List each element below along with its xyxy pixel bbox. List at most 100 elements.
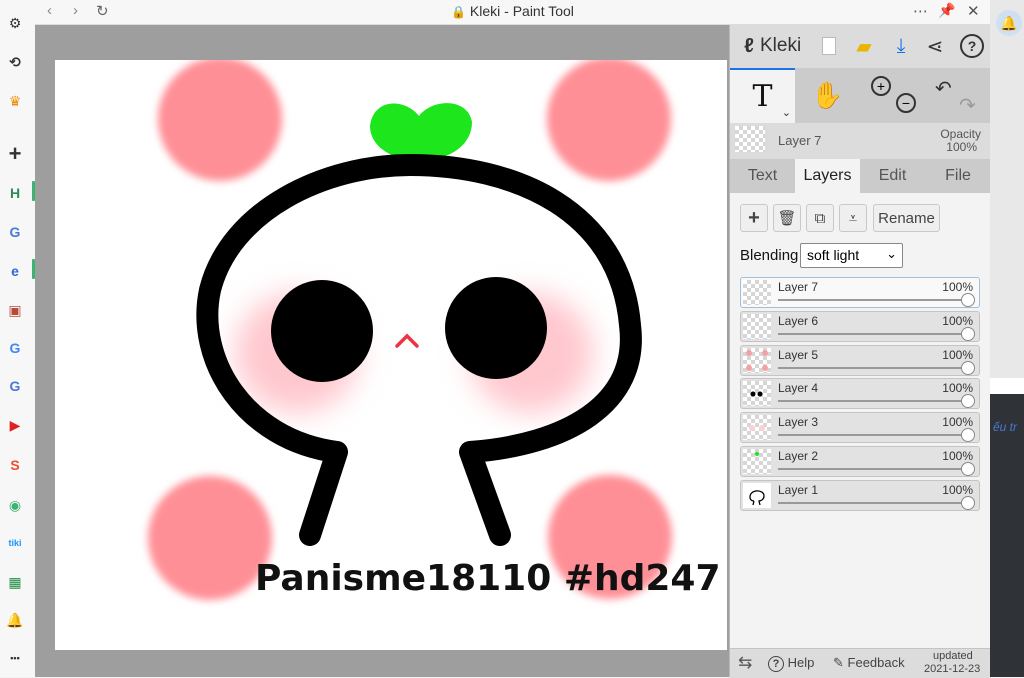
translate-icon-2[interactable]: G — [3, 374, 27, 398]
opacity-slider-handle[interactable] — [961, 428, 975, 443]
opacity-slider-track[interactable] — [778, 434, 967, 437]
help-icon[interactable]: ? — [959, 33, 985, 59]
layer-thumbnail — [743, 313, 771, 339]
zoom-in-icon[interactable]: + — [871, 76, 891, 96]
tab-layers[interactable]: Layers — [795, 159, 860, 193]
close-icon[interactable]: ✕ — [967, 2, 980, 20]
settings-icon[interactable]: ⚙ — [3, 11, 27, 35]
sheets-icon[interactable]: ▦ — [3, 570, 27, 594]
maps-icon[interactable]: ◉ — [3, 493, 27, 517]
redo-icon[interactable]: ↷ — [959, 93, 976, 118]
layer-opacity: 100% — [942, 381, 973, 396]
feedback-button[interactable]: ✎ Feedback — [833, 655, 905, 671]
opacity-slider-handle[interactable] — [961, 394, 975, 409]
duplicate-icon: ⧉ — [814, 209, 826, 227]
opacity-slider-track[interactable] — [778, 332, 967, 335]
canvas-area: Panisme18110 #hd247 — [35, 25, 729, 677]
mouth-mark — [395, 333, 419, 348]
bell-icon[interactable]: 🔔 — [3, 608, 27, 632]
layer-name: Layer 1 — [778, 482, 819, 497]
duplicate-layer-button[interactable]: ⧉ — [806, 204, 834, 232]
help-circle-icon: ? — [768, 656, 784, 672]
blending-select[interactable]: soft light ⌄ — [800, 243, 903, 268]
shield-app-icon[interactable]: ▣ — [3, 298, 27, 322]
opacity-slider-track[interactable] — [778, 366, 967, 369]
hand-icon: ✋ — [811, 80, 844, 110]
notification-icon[interactable]: 🔔 — [996, 10, 1022, 36]
pink-blob — [158, 60, 282, 181]
panel-footer: ⇆ ? Help ✎ Feedback updated 2021-12-23 — [730, 648, 991, 678]
layer-row[interactable]: Layer 4 100% — [740, 378, 980, 410]
hand-tool-button[interactable]: ✋ — [795, 68, 860, 123]
opacity-slider-handle[interactable] — [961, 495, 975, 510]
help-footer-button[interactable]: ? Help — [768, 655, 814, 672]
layer-row[interactable]: Layer 1 100% — [740, 479, 980, 511]
layer-thumbnail — [743, 381, 771, 407]
add-icon[interactable]: + — [3, 141, 27, 166]
chevron-down-icon: ⌄ — [886, 246, 897, 261]
tab-text[interactable]: Text — [730, 159, 795, 193]
rename-layer-button[interactable]: Rename — [873, 204, 940, 232]
youtube-icon[interactable]: ▶ — [3, 413, 27, 437]
text-tool-button[interactable]: T ⌄ — [730, 68, 795, 123]
history-icon[interactable]: ⟲ — [3, 50, 27, 74]
updated-label: updated — [933, 650, 973, 662]
open-folder-icon[interactable]: ▰ — [851, 33, 877, 59]
tab-edit[interactable]: Edit — [860, 159, 925, 193]
merge-layer-button[interactable]: ⩡ — [839, 204, 867, 232]
layer-row[interactable]: Layer 6 100% — [740, 310, 980, 342]
opacity-slider-handle[interactable] — [961, 293, 975, 307]
kleki-app-icon[interactable]: e — [3, 259, 27, 283]
layer-name: Layer 4 — [778, 381, 819, 396]
add-layer-button[interactable]: + — [740, 204, 768, 232]
feedback-icon: ✎ — [833, 655, 844, 670]
new-image-icon[interactable] — [816, 33, 842, 59]
opacity-slider-track[interactable] — [778, 400, 967, 403]
layer-row[interactable]: Layer 5 100% — [740, 344, 980, 376]
layer-row[interactable]: Layer 2 100% — [740, 446, 980, 477]
current-layer-thumbnail — [735, 126, 765, 152]
left-eye — [271, 280, 373, 382]
opacity-slider-track[interactable] — [778, 299, 967, 301]
layer-opacity: 100% — [942, 313, 973, 328]
chevron-down-icon[interactable]: ⌄ — [782, 106, 791, 119]
window-titlebar: ‹ › ↻ 🔒 Kleki - Paint Tool ⋯ 📌 ✕ — [35, 0, 990, 25]
opacity-slider-handle[interactable] — [961, 326, 975, 341]
opacity-slider-handle[interactable] — [961, 462, 975, 476]
app-name: Kleki — [760, 35, 802, 56]
drawing-canvas[interactable]: Panisme18110 #hd247 — [55, 60, 727, 650]
tiki-icon[interactable]: tiki — [3, 531, 27, 555]
download-icon[interactable]: ⤓ — [888, 33, 914, 59]
artwork-svg: Panisme18110 #hd247 — [148, 60, 721, 600]
delete-layer-button[interactable]: 🗑 — [773, 204, 801, 232]
share-icon[interactable]: ⋖ — [922, 33, 948, 59]
h-app-icon[interactable]: H — [3, 181, 27, 205]
more-options-icon[interactable]: ⋯ — [913, 2, 928, 20]
undo-redo-controls: ↶ ↷ — [925, 68, 991, 123]
layer-opacity: 100% — [942, 449, 973, 463]
layer-row[interactable]: Layer 3 100% — [740, 412, 980, 444]
translate-icon[interactable]: G — [3, 220, 27, 244]
right-eye — [445, 277, 547, 379]
layer-row[interactable]: Layer 7 100% — [740, 277, 980, 308]
tab-file[interactable]: File — [925, 159, 991, 193]
undo-icon[interactable]: ↶ — [935, 76, 952, 101]
layer-opacity: 100% — [942, 482, 973, 497]
google-icon[interactable]: G — [3, 336, 27, 360]
layer-thumbnail — [743, 280, 771, 305]
more-icon[interactable]: ••• — [3, 646, 27, 670]
opacity-slider-track[interactable] — [778, 468, 967, 470]
pin-icon[interactable]: 📌 — [938, 2, 955, 19]
text-tool-icon: T — [752, 79, 773, 114]
zoom-out-icon[interactable]: − — [896, 93, 916, 113]
panel-topbar: ℓ Kleki ▰ ⤓ ⋖ ? — [730, 25, 991, 68]
layer-thumbnail — [743, 482, 771, 508]
crown-icon[interactable]: ♛ — [3, 89, 27, 113]
lock-icon: 🔒 — [451, 5, 467, 19]
swap-side-icon[interactable]: ⇆ — [738, 653, 752, 673]
layers-panel: + 🗑 ⧉ ⩡ Rename Blending soft light ⌄ Lay… — [730, 193, 991, 648]
layer-thumbnail — [743, 415, 771, 441]
opacity-slider-track[interactable] — [778, 501, 967, 504]
shopee-icon[interactable]: S — [3, 453, 27, 477]
opacity-slider-handle[interactable] — [961, 360, 975, 375]
